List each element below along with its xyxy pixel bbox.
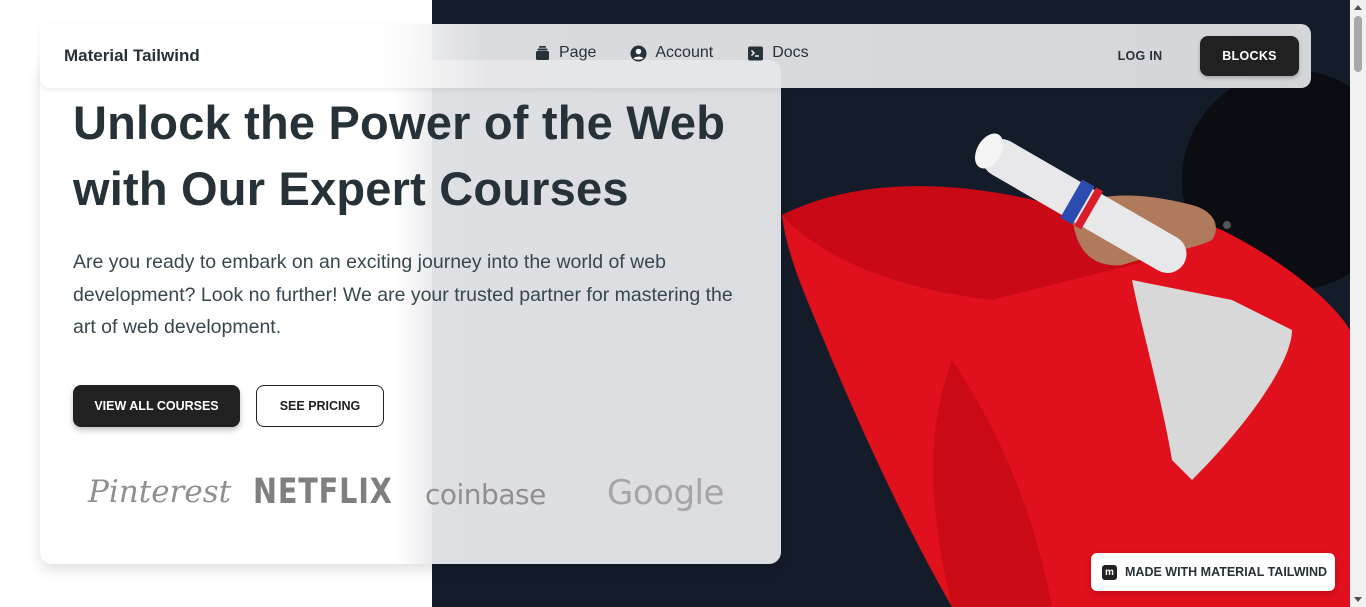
see-pricing-button[interactable]: SEE PRICING bbox=[256, 385, 384, 427]
netflix-logo: NETFLIX bbox=[253, 472, 393, 512]
hero-description: Are you ready to embark on an exciting j… bbox=[73, 251, 733, 338]
nav-link-page-label: Page bbox=[559, 44, 597, 61]
nav-link-page[interactable]: Page bbox=[534, 44, 596, 62]
user-circle-icon bbox=[630, 45, 647, 62]
nav-link-docs-label: Docs bbox=[772, 44, 809, 61]
material-tailwind-logo-icon: m bbox=[1102, 564, 1117, 580]
nav-link-account-label: Account bbox=[655, 44, 714, 61]
brand-link[interactable]: Material Tailwind bbox=[64, 46, 200, 66]
made-with-badge[interactable]: m MADE WITH MATERIAL TAILWIND bbox=[1091, 553, 1335, 591]
scrollbar-thumb[interactable] bbox=[1354, 16, 1362, 72]
scroll-up-arrow-icon[interactable] bbox=[1354, 5, 1362, 10]
google-logo: Google bbox=[607, 473, 724, 513]
navbar: Material Tailwind Page Account Docs LOG … bbox=[40, 24, 1311, 88]
hero-title: Unlock the Power of the Web with Our Exp… bbox=[73, 96, 726, 215]
login-button[interactable]: LOG IN bbox=[1104, 36, 1176, 76]
view-all-courses-button[interactable]: VIEW ALL COURSES bbox=[73, 385, 240, 427]
rectangle-stack-icon bbox=[534, 45, 551, 62]
nav-link-account[interactable]: Account bbox=[630, 44, 713, 62]
pinterest-logo: Pinterest bbox=[88, 474, 232, 510]
partner-logos: Pinterest NETFLIX coinbase Google bbox=[80, 470, 740, 520]
made-with-label: MADE WITH MATERIAL TAILWIND bbox=[1125, 565, 1328, 579]
nav-link-docs[interactable]: Docs bbox=[747, 44, 809, 62]
nav-links: Page Account Docs bbox=[534, 44, 809, 62]
scroll-down-arrow-icon[interactable] bbox=[1354, 597, 1362, 602]
command-line-icon bbox=[747, 45, 764, 62]
coinbase-logo: coinbase bbox=[425, 478, 546, 511]
hero-card: Unlock the Power of the Web with Our Exp… bbox=[40, 60, 781, 564]
blocks-button[interactable]: BLOCKS bbox=[1200, 36, 1299, 76]
vertical-scrollbar[interactable] bbox=[1350, 0, 1366, 607]
